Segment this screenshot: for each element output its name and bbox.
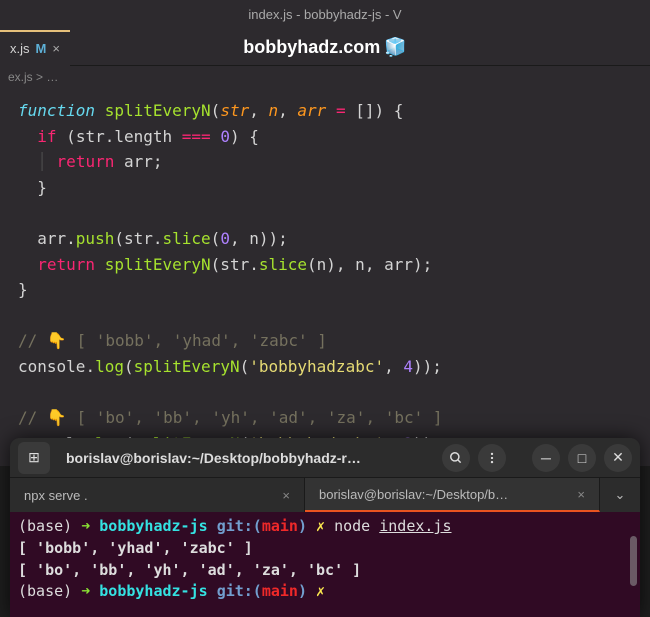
terminal-body[interactable]: (base) ➜ bobbyhadz-js git:(main) ✗ node … <box>10 512 640 617</box>
close-icon[interactable]: × <box>282 488 290 503</box>
terminal-output-2: [ 'bo', 'bb', 'yh', 'ad', 'za', 'bc' ] <box>18 560 632 582</box>
window-title: index.js - bobbyhadz-js - V <box>0 0 650 30</box>
cube-icon: 🧊 <box>384 37 406 57</box>
modified-indicator: M <box>36 41 47 56</box>
maximize-button[interactable]: □ <box>568 444 596 472</box>
tab-label: x.js <box>10 41 30 56</box>
terminal-tab-2[interactable]: borislav@borislav:~/Desktop/b…× <box>305 478 600 512</box>
terminal-header: ⊞ borislav@borislav:~/Desktop/bobbyhadz-… <box>10 438 640 478</box>
editor-tabs-row: x.js M × bobbyhadz.com🧊 <box>0 30 650 66</box>
terminal-title: borislav@borislav:~/Desktop/bobbyhadz-r… <box>58 450 434 466</box>
close-button[interactable]: ✕ <box>604 444 632 472</box>
new-tab-button[interactable]: ⊞ <box>18 442 50 474</box>
code-editor[interactable]: function splitEveryN(str, n, arr = []) {… <box>0 88 650 466</box>
watermark: bobbyhadz.com🧊 <box>243 37 406 58</box>
close-icon[interactable]: × <box>52 41 60 56</box>
minimize-button[interactable]: ─ <box>532 444 560 472</box>
terminal-tab-dropdown[interactable]: ⌄ <box>600 478 640 512</box>
terminal-output-1: [ 'bobb', 'yhad', 'zabc' ] <box>18 538 632 560</box>
search-icon[interactable] <box>442 444 470 472</box>
terminal-window: ⊞ borislav@borislav:~/Desktop/bobbyhadz-… <box>10 438 640 617</box>
menu-icon[interactable] <box>478 444 506 472</box>
close-icon[interactable]: × <box>577 487 585 502</box>
editor-tab[interactable]: x.js M × <box>0 30 70 66</box>
scrollbar[interactable] <box>630 536 637 586</box>
breadcrumb[interactable]: ex.js > … <box>0 66 650 88</box>
terminal-tab-1[interactable]: npx serve .× <box>10 478 305 512</box>
terminal-tabs: npx serve .× borislav@borislav:~/Desktop… <box>10 478 640 512</box>
